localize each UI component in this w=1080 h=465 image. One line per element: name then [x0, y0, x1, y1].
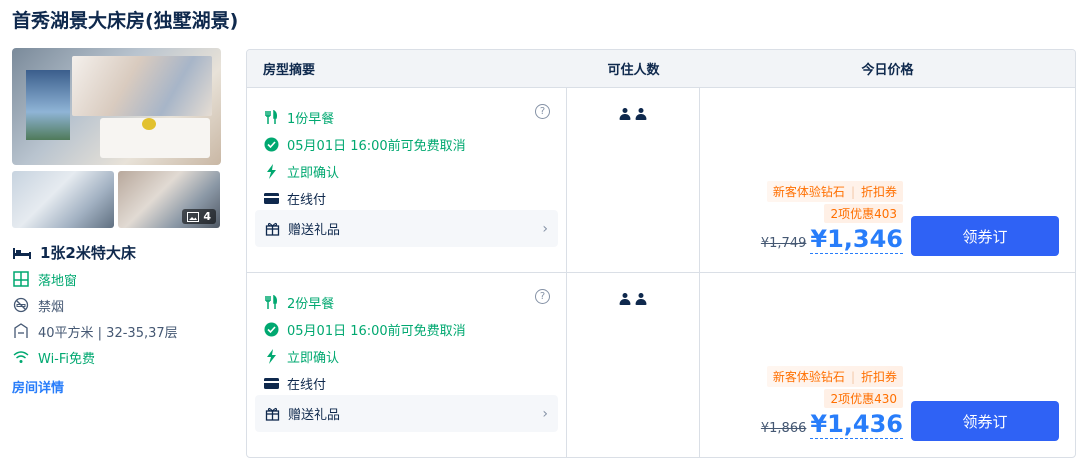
person-icon — [619, 293, 631, 306]
feature-label: 40平方米 | 32-35,37层 — [38, 325, 178, 341]
person-icon — [635, 293, 647, 306]
original-price: ¥1,866 — [760, 421, 807, 436]
room-info-panel: 4 1张2米特大床 落地窗 禁烟 40平方米 | 32-35,37层 Wi-Fi… — [12, 48, 222, 396]
feature-area: 40平方米 | 32-35,37层 — [12, 321, 222, 341]
info-icon[interactable]: ? — [535, 104, 550, 119]
confirm-label: 立即确认 — [287, 351, 340, 366]
feature-wifi: Wi-Fi免费 — [12, 347, 222, 367]
promo-tags[interactable]: 新客体验钻石 | 折扣券 — [766, 366, 903, 387]
payment-line: 在线付 — [263, 185, 558, 212]
wifi-icon — [13, 351, 29, 363]
bed-info: 1张2米特大床 — [12, 242, 222, 263]
payment-line: 在线付 — [263, 370, 558, 397]
feature-no-smoking: 禁烟 — [12, 295, 222, 315]
promo-tags[interactable]: 新客体验钻石 | 折扣券 — [766, 181, 903, 202]
person-icon — [635, 108, 647, 121]
header-guests: 可住人数 — [607, 63, 660, 78]
room-thumbnail[interactable]: 4 — [118, 171, 220, 228]
gift-bar[interactable]: 赠送礼品 › — [255, 210, 558, 247]
promo-tag: 折扣券 — [860, 370, 897, 384]
gift-label: 赠送礼品 — [288, 223, 341, 238]
card-icon — [263, 193, 279, 204]
payment-label: 在线付 — [287, 378, 327, 393]
breakfast-label: 2份早餐 — [287, 297, 335, 312]
discount-badge[interactable]: 2项优惠403 — [824, 204, 903, 223]
confirm-line: 立即确认 — [263, 158, 558, 185]
guest-capacity — [567, 273, 700, 457]
breakfast-label: 1份早餐 — [287, 112, 335, 127]
gift-label: 赠送礼品 — [288, 408, 341, 423]
utensils-icon — [265, 295, 277, 309]
cancel-line: 05月01日 16:00前可免费取消 — [263, 316, 558, 343]
current-price[interactable]: ¥1,346 — [810, 225, 903, 254]
discount-badge[interactable]: 2项优惠430 — [824, 389, 903, 408]
price-cell: 新客体验钻石 | 折扣券 2项优惠430 ¥1,866 ¥1,436 领券订 — [700, 273, 1075, 457]
room-thumbnail[interactable] — [12, 171, 114, 228]
feature-label: Wi-Fi免费 — [38, 351, 96, 367]
header-summary: 房型摘要 — [263, 63, 316, 78]
cancel-line: 05月01日 16:00前可免费取消 — [263, 131, 558, 158]
cancel-label: 05月01日 16:00前可免费取消 — [287, 139, 466, 154]
guest-capacity — [567, 88, 700, 272]
room-details-link[interactable]: 房间详情 — [12, 377, 222, 396]
feature-window: 落地窗 — [12, 269, 222, 289]
original-price: ¥1,749 — [760, 236, 807, 251]
book-button[interactable]: 领券订 — [911, 401, 1059, 441]
feature-label: 落地窗 — [38, 273, 78, 289]
promo-tag: 新客体验钻石 — [772, 370, 845, 384]
chevron-right-icon: › — [542, 220, 548, 237]
table-row: ? 1份早餐 05月01日 16:00前可免费取消 立即确认 在线付 赠送礼品 … — [247, 88, 1075, 273]
promo-tag: 新客体验钻石 — [772, 185, 845, 199]
person-icon — [619, 108, 631, 121]
confirm-line: 立即确认 — [263, 343, 558, 370]
lightning-icon — [266, 349, 276, 364]
area-icon — [14, 323, 28, 338]
table-row: ? 2份早餐 05月01日 16:00前可免费取消 立即确认 在线付 赠送礼品 … — [247, 273, 1075, 457]
photo-count-badge[interactable]: 4 — [182, 209, 216, 224]
check-circle-icon — [264, 137, 278, 152]
breakfast-line: 2份早餐 — [263, 289, 558, 316]
payment-label: 在线付 — [287, 193, 327, 208]
rate-table: 房型摘要 可住人数 今日价格 ? 1份早餐 05月01日 16:00前可免费取消… — [246, 49, 1076, 458]
rate-summary: ? 2份早餐 05月01日 16:00前可免费取消 立即确认 在线付 赠送礼品 … — [247, 273, 567, 457]
table-header: 房型摘要 可住人数 今日价格 — [247, 50, 1075, 88]
bed-label: 1张2米特大床 — [40, 244, 136, 262]
info-icon[interactable]: ? — [535, 289, 550, 304]
feature-label: 禁烟 — [38, 299, 65, 315]
card-icon — [263, 378, 279, 389]
photo-count: 4 — [203, 210, 211, 223]
chevron-right-icon: › — [542, 405, 548, 422]
book-button[interactable]: 领券订 — [911, 216, 1059, 256]
no-smoking-icon — [13, 297, 29, 313]
price-cell: 新客体验钻石 | 折扣券 2项优惠403 ¥1,749 ¥1,346 领券订 — [700, 88, 1075, 272]
gift-bar[interactable]: 赠送礼品 › — [255, 395, 558, 432]
image-icon — [187, 211, 200, 222]
room-main-photo[interactable] — [12, 48, 221, 165]
gift-icon — [265, 407, 280, 421]
header-price: 今日价格 — [861, 63, 914, 78]
gift-icon — [265, 222, 280, 236]
cancel-label: 05月01日 16:00前可免费取消 — [287, 324, 466, 339]
room-title: 首秀湖景大床房(独墅湖景) — [12, 10, 239, 32]
promo-block: 新客体验钻石 | 折扣券 2项优惠430 ¥1,866 ¥1,436 — [761, 366, 903, 439]
rate-summary: ? 1份早餐 05月01日 16:00前可免费取消 立即确认 在线付 赠送礼品 … — [247, 88, 567, 272]
check-circle-icon — [264, 322, 278, 337]
current-price[interactable]: ¥1,436 — [810, 410, 903, 439]
confirm-label: 立即确认 — [287, 166, 340, 181]
promo-block: 新客体验钻石 | 折扣券 2项优惠403 ¥1,749 ¥1,346 — [761, 181, 903, 254]
utensils-icon — [265, 110, 277, 124]
lightning-icon — [266, 164, 276, 179]
window-icon — [13, 271, 29, 287]
bed-icon — [13, 247, 31, 259]
breakfast-line: 1份早餐 — [263, 104, 558, 131]
promo-tag: 折扣券 — [860, 185, 897, 199]
